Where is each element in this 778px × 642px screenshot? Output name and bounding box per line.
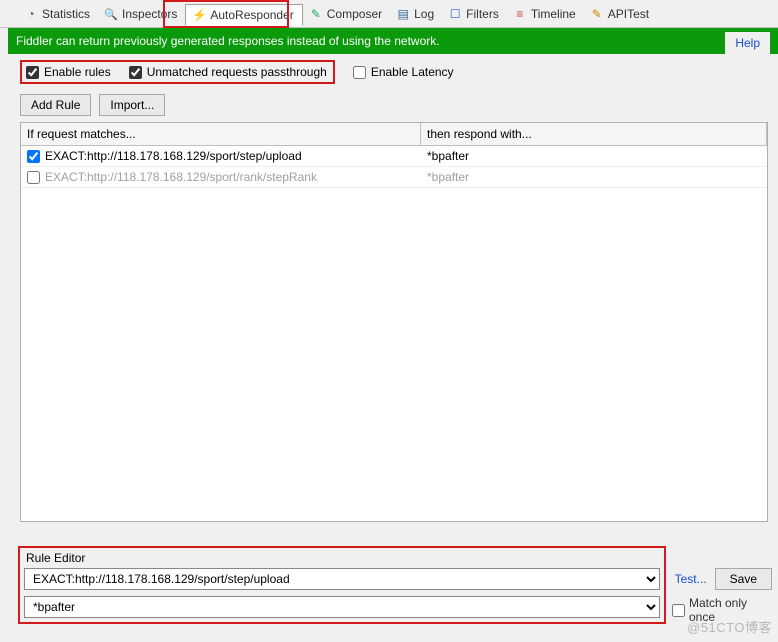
row-match-text: EXACT:http://118.178.168.129/sport/step/… [45, 149, 302, 163]
tab-label: Composer [327, 7, 382, 21]
unmatched-passthrough-checkbox[interactable]: Unmatched requests passthrough [129, 65, 327, 79]
import-button[interactable]: Import... [99, 94, 165, 116]
tab-label: Inspectors [122, 7, 177, 21]
rule-editor-actions: Test... Save Match only once [672, 568, 772, 624]
row-enabled-checkbox[interactable] [27, 150, 40, 163]
tab-timeline[interactable]: Timeline [507, 4, 584, 24]
row-match-text: EXACT:http://118.178.168.129/sport/rank/… [45, 170, 317, 184]
inspectors-icon [104, 7, 118, 21]
tab-label: Filters [466, 7, 499, 21]
grid-header: If request matches... then respond with.… [21, 123, 767, 146]
grid-body: EXACT:http://118.178.168.129/sport/step/… [21, 146, 767, 521]
tab-filters[interactable]: Filters [442, 4, 507, 24]
tab-label: AutoResponder [210, 8, 293, 22]
match-only-once-label: Match only once [689, 596, 772, 624]
rule-editor-title: Rule Editor [24, 550, 660, 568]
log-icon [396, 7, 410, 21]
bolt-icon [192, 8, 206, 22]
unmatched-passthrough-label: Unmatched requests passthrough [147, 65, 327, 79]
row-enabled-checkbox[interactable] [27, 171, 40, 184]
enable-latency-checkbox[interactable]: Enable Latency [353, 65, 454, 79]
help-link[interactable]: Help [725, 32, 770, 54]
save-button[interactable]: Save [715, 568, 772, 590]
tab-label: APITest [608, 7, 649, 21]
row-respond-text: *bpafter [427, 170, 469, 184]
tab-autoresponder[interactable]: AutoResponder [185, 4, 302, 26]
button-row: Add Rule Import... [0, 90, 778, 122]
match-only-once-checkbox[interactable]: Match only once [672, 596, 772, 624]
table-row[interactable]: EXACT:http://118.178.168.129/sport/step/… [21, 146, 767, 167]
enable-rules-input[interactable] [26, 66, 39, 79]
tab-apitest[interactable]: APITest [584, 4, 657, 24]
rule-match-combo[interactable]: EXACT:http://118.178.168.129/sport/step/… [24, 568, 660, 590]
enable-latency-label: Enable Latency [371, 65, 454, 79]
col-then-header[interactable]: then respond with... [421, 123, 767, 145]
stats-icon [24, 7, 38, 21]
enable-rules-label: Enable rules [44, 65, 111, 79]
row-respond-text: *bpafter [427, 149, 469, 163]
composer-icon [309, 7, 323, 21]
rule-respond-combo[interactable]: *bpafter [24, 596, 660, 618]
tab-label: Statistics [42, 7, 90, 21]
filters-icon [448, 7, 462, 21]
add-rule-button[interactable]: Add Rule [20, 94, 91, 116]
rule-editor: Rule Editor EXACT:http://118.178.168.129… [18, 546, 666, 624]
banner-text: Fiddler can return previously generated … [16, 34, 440, 48]
tab-strip: Statistics Inspectors AutoResponder Comp… [0, 0, 778, 28]
tab-label: Log [414, 7, 434, 21]
unmatched-passthrough-input[interactable] [129, 66, 142, 79]
tab-label: Timeline [531, 7, 576, 21]
table-row[interactable]: EXACT:http://118.178.168.129/sport/rank/… [21, 167, 767, 188]
col-if-header[interactable]: If request matches... [21, 123, 421, 145]
tab-statistics[interactable]: Statistics [18, 4, 98, 24]
test-link[interactable]: Test... [675, 572, 707, 586]
tab-inspectors[interactable]: Inspectors [98, 4, 185, 24]
rules-grid: If request matches... then respond with.… [20, 122, 768, 522]
apitest-icon [590, 7, 604, 21]
options-row: Enable rules Unmatched requests passthro… [0, 54, 778, 90]
match-only-once-input[interactable] [672, 604, 685, 617]
enable-rules-checkbox[interactable]: Enable rules [26, 65, 111, 79]
timeline-icon [513, 7, 527, 21]
info-banner: Fiddler can return previously generated … [0, 28, 778, 54]
tab-composer[interactable]: Composer [303, 4, 390, 24]
tab-log[interactable]: Log [390, 4, 442, 24]
enable-latency-input[interactable] [353, 66, 366, 79]
